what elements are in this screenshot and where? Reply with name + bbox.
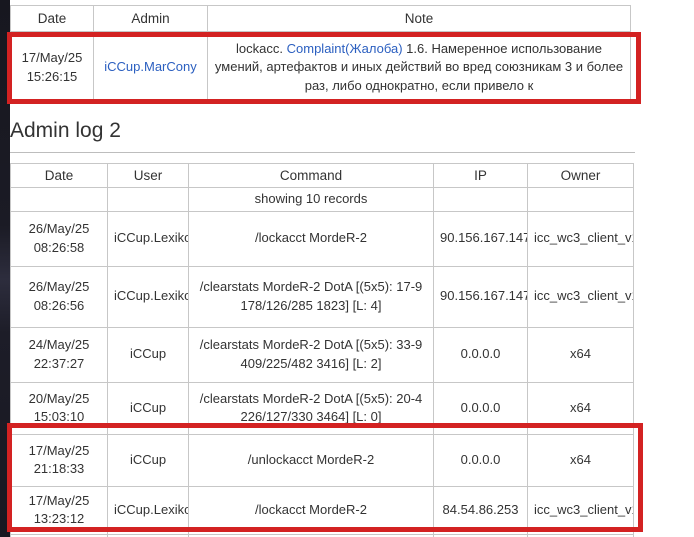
date-value: 17/May/25 xyxy=(21,50,83,66)
top-table-header-row: Date Admin Note xyxy=(10,5,631,32)
time-value: 08:26:58 xyxy=(33,239,85,255)
cell-user: iCCup.Lexiko xyxy=(107,210,189,267)
log-table-header-row: Date User Command IP Owner xyxy=(10,162,634,189)
cell-user: iCCup xyxy=(107,433,189,487)
cell-command: /clearstats MordeR-2 DotA [(5x5): 20-4 2… xyxy=(188,381,434,435)
top-col-header-date: Date xyxy=(10,5,94,32)
table-row: 20/May/25 15:03:10 iCCup /clearstats Mord… xyxy=(10,381,634,435)
cell-date: 20/May/25 15:03:10 xyxy=(10,381,108,435)
table-row: 17/May/25 15:26:15 iCCup.MarCony lockacc… xyxy=(10,31,631,104)
cell-user: iCCup.Lexiko xyxy=(107,485,189,535)
date-value: 24/May/25 xyxy=(28,337,90,353)
cell-empty xyxy=(10,187,108,212)
complaint-rule-link[interactable]: Complaint(Жалоба) xyxy=(287,41,403,56)
log-col-header-user: User xyxy=(107,162,189,189)
heading-divider xyxy=(10,152,635,153)
time-value: 08:26:56 xyxy=(33,297,85,313)
top-col-header-admin: Admin xyxy=(93,5,208,32)
cell-date: 24/May/25 22:37:27 xyxy=(10,326,108,383)
cell-command: /unlockacct MordeR-2 xyxy=(188,433,434,487)
time-value: 15:03:10 xyxy=(33,409,85,425)
log-col-header-date: Date xyxy=(10,162,108,189)
cell-owner: x64 xyxy=(527,433,634,487)
date-value: 26/May/25 xyxy=(28,279,90,295)
cell-ip: 0.0.0.0 xyxy=(433,326,528,383)
table-row: 24/May/25 22:37:27 iCCup /clearstats Mord… xyxy=(10,326,634,383)
cell-ip: 0.0.0.0 xyxy=(433,381,528,435)
cell-date: 17/May/25 21:18:33 xyxy=(10,433,108,487)
admin-log-page: Date Admin Note 17/May/25 15:26:15 iCCup… xyxy=(0,0,694,537)
table-row: 26/May/25 08:26:58 iCCup.Lexiko /lockacct… xyxy=(10,210,634,267)
cell-admin: iCCup.MarCony xyxy=(93,31,208,104)
cell-user: iCCup xyxy=(107,381,189,435)
log-col-header-ip: IP xyxy=(433,162,528,189)
admin-log-table: Date User Command IP Owner showing 10 re… xyxy=(10,162,634,537)
left-background-strip xyxy=(0,0,10,537)
cell-date: 17/May/25 15:26:15 xyxy=(10,31,94,104)
date-value: 26/May/25 xyxy=(28,221,90,237)
cell-date: 26/May/25 08:26:56 xyxy=(10,265,108,328)
cell-command: /lockacct MordeR-2 xyxy=(188,210,434,267)
cell-command: /lockacct MordeR-2 xyxy=(188,485,434,535)
cell-ip: 0.0.0.0 xyxy=(433,433,528,487)
note-prefix-text: lockacc. xyxy=(236,40,287,56)
cell-date: 26/May/25 08:26:58 xyxy=(10,210,108,267)
log-col-header-owner: Owner xyxy=(527,162,634,189)
cell-owner: icc_wc3_client_v1 xyxy=(527,265,634,328)
cell-owner: x64 xyxy=(527,326,634,383)
cell-empty xyxy=(433,187,528,212)
cell-date: 17/May/25 13:23:12 xyxy=(10,485,108,535)
date-value: 20/May/25 xyxy=(28,390,90,406)
time-value: 22:37:27 xyxy=(33,355,85,371)
cell-ip: 84.54.86.253 xyxy=(433,485,528,535)
admin-note-table: Date Admin Note 17/May/25 15:26:15 iCCup… xyxy=(10,5,631,104)
records-count-text: showing 10 records xyxy=(188,187,434,212)
time-value: 13:23:12 xyxy=(33,511,85,527)
cell-command: /clearstats MordeR-2 DotA [(5x5): 33-9 4… xyxy=(188,326,434,383)
cell-user: iCCup.Lexiko xyxy=(107,265,189,328)
page-title: Admin log 2 xyxy=(10,119,121,142)
table-row: 17/May/25 21:18:33 iCCup /unlockacct Mord… xyxy=(10,433,634,487)
cell-note: lockacc. Complaint(Жалоба) 1.6. Намеренн… xyxy=(207,31,631,104)
cell-ip: 90.156.167.147 xyxy=(433,210,528,267)
cell-empty xyxy=(527,187,634,212)
log-col-header-command: Command xyxy=(188,162,434,189)
date-value: 17/May/25 xyxy=(28,492,90,508)
cell-owner: icc_wc3_client_v1 xyxy=(527,485,634,535)
admin-user-link[interactable]: iCCup.MarCony xyxy=(104,59,196,74)
time-value: 21:18:33 xyxy=(33,461,85,477)
date-value: 17/May/25 xyxy=(28,442,90,458)
time-value: 15:26:15 xyxy=(26,68,78,84)
cell-empty xyxy=(107,187,189,212)
status-row: showing 10 records xyxy=(10,187,634,212)
cell-command: /clearstats MordeR-2 DotA [(5x5): 17-9 1… xyxy=(188,265,434,328)
table-row: 26/May/25 08:26:56 iCCup.Lexiko /clearsta… xyxy=(10,265,634,328)
cell-owner: x64 xyxy=(527,381,634,435)
table-row: 17/May/25 13:23:12 iCCup.Lexiko /lockacct… xyxy=(10,485,634,535)
cell-owner: icc_wc3_client_v1 xyxy=(527,210,634,267)
top-col-header-note: Note xyxy=(207,5,631,32)
cell-user: iCCup xyxy=(107,326,189,383)
cell-ip: 90.156.167.147 xyxy=(433,265,528,328)
